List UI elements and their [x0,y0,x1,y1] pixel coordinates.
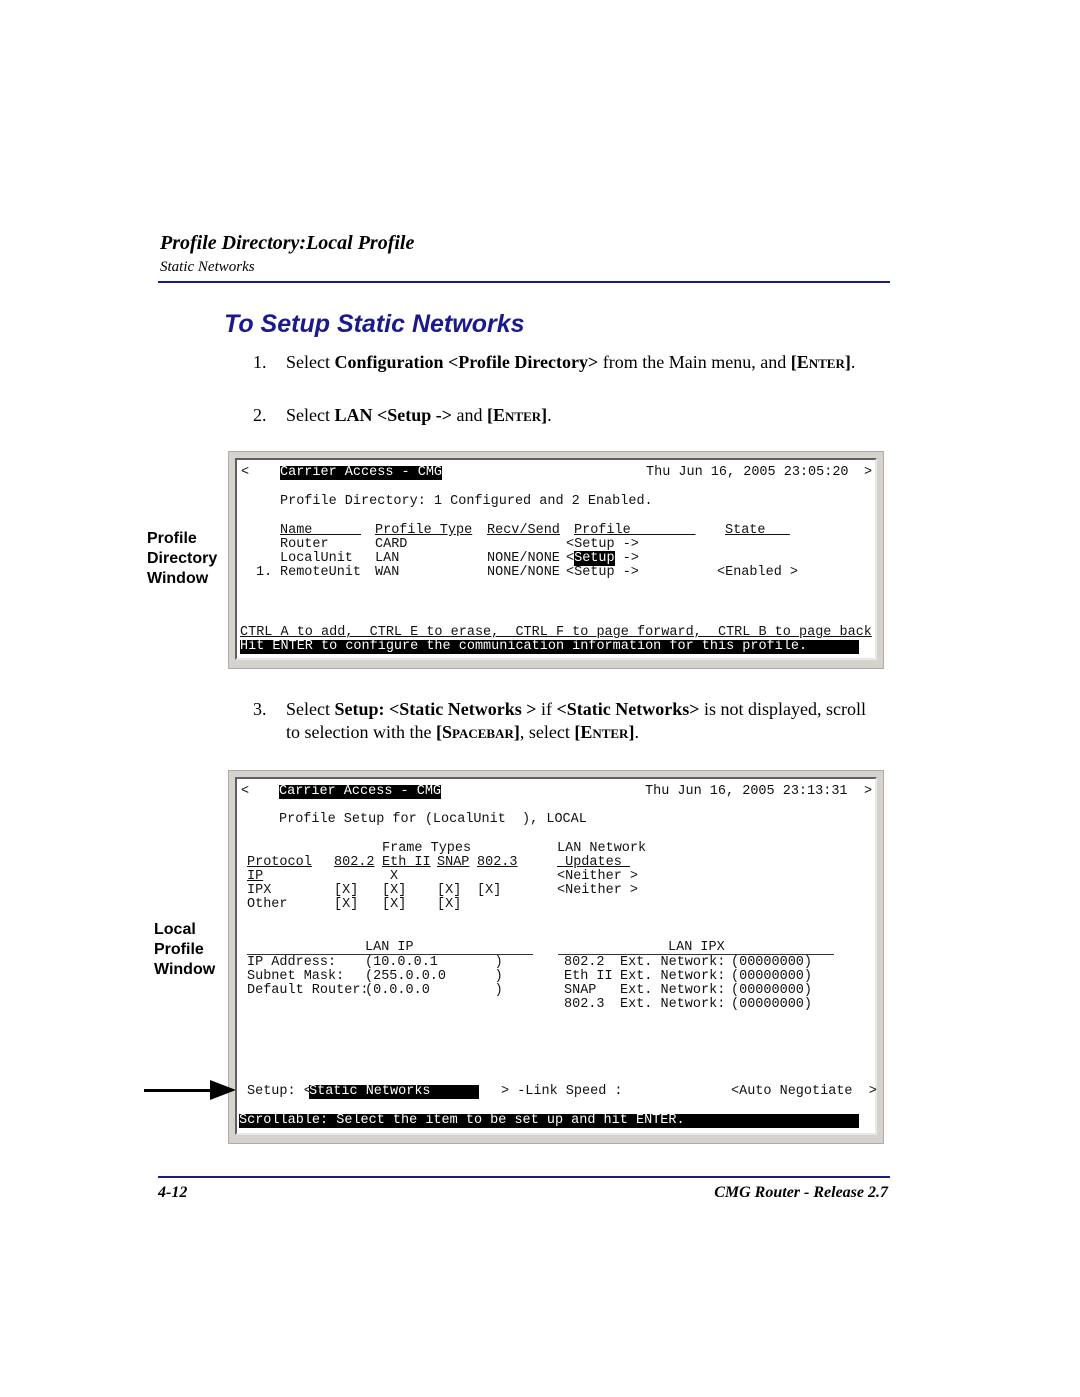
link-speed-label: > -Link Speed : [501,1084,623,1099]
profile-directory-terminal: < Carrier Access - CMG Thu Jun 16, 2005 … [228,451,884,669]
datetime: Thu Jun 16, 2005 23:13:31 [645,784,848,799]
page-left-arrow[interactable]: < [241,465,249,480]
other-802-2-check[interactable]: [X] [334,897,358,912]
row-recv-send: NONE/NONE [487,565,560,580]
local-profile-terminal: < Carrier Access - CMG Thu Jun 16, 2005 … [228,770,884,1144]
menu-path: Setup: <Static Networks > [334,699,537,719]
key-name: [Enter] [790,352,851,372]
ipx-802-3-check[interactable]: [X] [477,883,501,898]
ipx-updates-select[interactable]: <Neither > [557,883,638,898]
step-text: Select [286,699,335,719]
step-text: from the Main menu, and [598,352,791,372]
protocol-name: Other [247,897,288,912]
step-text: and [452,405,488,425]
terminal-screen: < Carrier Access - CMG Thu Jun 16, 2005 … [235,458,877,660]
header-rule [158,281,890,283]
other-eth-ii-check[interactable]: [X] [382,897,406,912]
step-text: . [547,405,552,425]
running-header-title: Profile Directory:Local Profile [160,232,415,254]
label-line: Profile [147,530,197,547]
ipx-802-3-network-field[interactable]: (00000000) [731,997,812,1012]
bracket: < [566,551,575,566]
other-snap-check[interactable]: [X] [437,897,461,912]
row-name: RemoteUnit [280,565,362,580]
step-3: 3. Select Setup: <Static Networks > if <… [253,698,873,744]
key-name: [Enter] [487,405,548,425]
step-text: Select [286,352,335,372]
directory-summary: Profile Directory: 1 Configured and 2 En… [280,494,653,509]
local-profile-window-label: Local Profile Window [154,920,215,980]
col-802-3: 802.3 [477,855,518,870]
step-2: 2. Select LAN <Setup -> and [Enter]. [253,404,873,427]
row-state[interactable]: <Enabled > [717,565,798,580]
section-title: To Setup Static Networks [224,310,525,338]
status-bar: Scrollable: Select the item to be set up… [239,1113,859,1129]
step-text: Select [286,405,335,425]
step-number: 2. [253,405,267,425]
row-profile-setup[interactable]: <Setup -> [566,565,639,580]
key-name: [Enter] [574,722,635,742]
terminal-screen: < Carrier Access - CMG Thu Jun 16, 2005 … [235,777,877,1135]
profile-setup-line: Profile Setup for (LocalUnit ), LOCAL [279,812,587,827]
label-line: Directory [147,550,218,567]
link-speed-select[interactable]: <Auto Negotiate > [731,1084,877,1099]
menu-path: <Static Networks> [556,699,700,719]
setup-selector[interactable]: Static Networks [309,1084,480,1100]
pointer-arrow-icon [210,1080,236,1100]
col-802-2: 802.2 [334,855,375,870]
document-title: CMG Router - Release 2.7 [714,1184,888,1201]
step-number: 1. [253,352,267,372]
ipx-frame-label: 802.3 [564,997,613,1012]
status-bar: Hit ENTER to configure the communication… [240,639,859,655]
page-left-arrow[interactable]: < [241,784,249,799]
col-snap: SNAP [437,855,470,870]
menu-path: Configuration <Profile Directory> [334,352,599,372]
menu-path: LAN <Setup -> [334,405,453,425]
running-header-subtitle: Static Networks [160,259,255,275]
col-header-state: State [725,523,790,538]
step-text: . [850,352,856,372]
arrow-text: -> [614,551,639,566]
default-router-field[interactable]: (0.0.0.0 ) [365,983,503,998]
setup-label: Setup: < [247,1084,312,1099]
col-header-recv-send: Recv/Send [487,523,560,538]
label-line: Profile [154,941,204,958]
row-type: WAN [375,565,400,580]
datetime: Thu Jun 16, 2005 23:05:20 [646,465,849,480]
page-number: 4-12 [158,1184,188,1201]
step-number: 3. [253,699,267,719]
key-name: [Spacebar] [435,722,520,742]
label-line: Window [147,570,209,587]
step-1: 1. Select Configuration <Profile Directo… [253,351,873,374]
step-text: if [536,699,557,719]
app-title: Carrier Access - CMG [279,784,442,800]
default-router-label: Default Router: [247,983,369,998]
page-right-arrow[interactable]: > [864,784,872,799]
footer-rule [158,1176,890,1178]
page-right-arrow[interactable]: > [864,465,872,480]
row-index: 1. [256,565,273,580]
pointer-arrow-shaft [144,1089,216,1092]
label-line: Local [154,921,196,938]
step-text: , select [519,722,575,742]
ipx-ext-network-label: Ext. Network: [620,997,726,1012]
label-line: Window [154,961,216,978]
cursor-selection: Setup [574,551,615,566]
profile-directory-window-label: Profile Directory Window [147,529,217,589]
step-text: . [634,722,639,742]
app-title: Carrier Access - CMG [280,465,443,481]
